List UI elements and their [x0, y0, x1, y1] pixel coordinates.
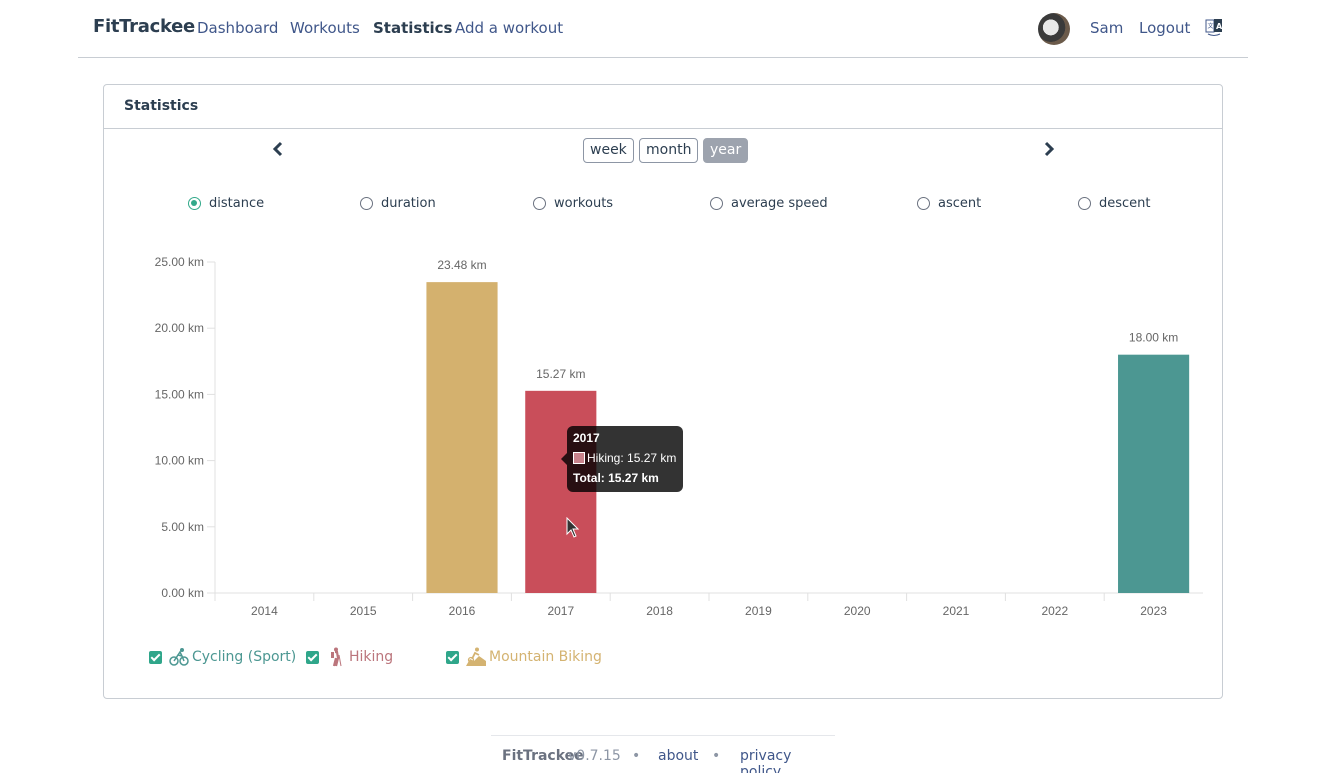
checkbox-checked-icon[interactable]	[446, 650, 459, 664]
translate-icon[interactable]: A 文	[1205, 17, 1223, 37]
footer-privacy-link[interactable]: privacy policy	[740, 748, 835, 773]
nav-dashboard[interactable]: Dashboard	[197, 19, 278, 37]
stats-bar-chart: 0.00 km 5.00 km 10.00 km 15.00 km 20.00 km 25…	[155, 255, 1203, 618]
mountain-biking-icon	[466, 647, 486, 666]
statistics-card: Statistics week month year distance dura…	[103, 84, 1223, 699]
x-tick-label: 2020	[844, 604, 871, 618]
bar-total-label: 15.27 km	[536, 367, 585, 381]
x-tick-label: 2021	[943, 604, 970, 618]
x-tick-label: 2019	[745, 604, 772, 618]
nav-statistics[interactable]: Statistics	[373, 19, 452, 37]
bar-total-label: 23.48 km	[437, 258, 486, 272]
x-tick-label: 2022	[1041, 604, 1068, 618]
navbar: FitTrackee Dashboard Workouts Statistics…	[78, 0, 1248, 58]
footer-separator: •	[712, 748, 721, 764]
footer-separator: •	[632, 748, 641, 764]
x-tick-label: 2016	[449, 604, 476, 618]
y-tick-label: 15.00 km	[155, 387, 204, 401]
hiking-icon	[331, 647, 342, 667]
y-tick-label: 10.00 km	[155, 454, 204, 468]
avatar[interactable]	[1038, 13, 1070, 45]
mouse-cursor-icon	[566, 517, 580, 538]
legend-cycling-sport[interactable]: Cycling (Sport)	[149, 647, 296, 667]
checkbox-checked-icon[interactable]	[306, 650, 319, 664]
legend-label: Hiking	[349, 649, 394, 665]
y-tick-label: 20.00 km	[155, 321, 204, 335]
brand-logo[interactable]: FitTrackee	[93, 16, 195, 37]
x-tick-label: 2023	[1140, 604, 1167, 618]
svg-text:文: 文	[1208, 22, 1214, 30]
nav-add-workout[interactable]: Add a workout	[455, 19, 563, 37]
svg-text:A: A	[1216, 22, 1223, 31]
checkbox-checked-icon[interactable]	[149, 650, 162, 664]
tooltip-row: Hiking: 15.27 km	[587, 451, 677, 465]
x-tick-label: 2018	[646, 604, 673, 618]
y-tick-label: 25.00 km	[155, 255, 204, 269]
x-tick-label: 2015	[350, 604, 377, 618]
tooltip-total: Total: 15.27 km	[573, 471, 659, 485]
cycling-icon	[169, 648, 189, 666]
legend-hiking[interactable]: Hiking	[306, 647, 393, 667]
y-tick-label: 0.00 km	[161, 586, 204, 600]
bar-cycling-sport--2023	[1118, 354, 1190, 593]
legend-label: Cycling (Sport)	[192, 649, 297, 665]
y-tick-label: 5.00 km	[161, 520, 204, 534]
nav-workouts[interactable]: Workouts	[290, 19, 360, 37]
x-tick-label: 2014	[251, 604, 278, 618]
chart-tooltip: 2017 Hiking: 15.27 km Total: 15.27 km	[561, 426, 683, 492]
tooltip-swatch	[573, 452, 585, 464]
legend-label: Mountain Biking	[489, 649, 602, 665]
footer-version: v0.7.15	[568, 748, 621, 764]
footer-about-link[interactable]: about	[658, 748, 698, 764]
bar-total-label: 18.00 km	[1129, 331, 1178, 345]
nav-user[interactable]: Sam	[1090, 19, 1123, 37]
legend-mountain-biking[interactable]: Mountain Biking	[446, 647, 602, 667]
footer: FitTrackee v0.7.15 • about • privacy pol…	[491, 735, 835, 773]
bar-mountain-biking-2016	[426, 282, 498, 593]
nav-logout[interactable]: Logout	[1139, 19, 1190, 37]
tooltip-title: 2017	[573, 431, 600, 445]
x-tick-label: 2017	[547, 604, 574, 618]
